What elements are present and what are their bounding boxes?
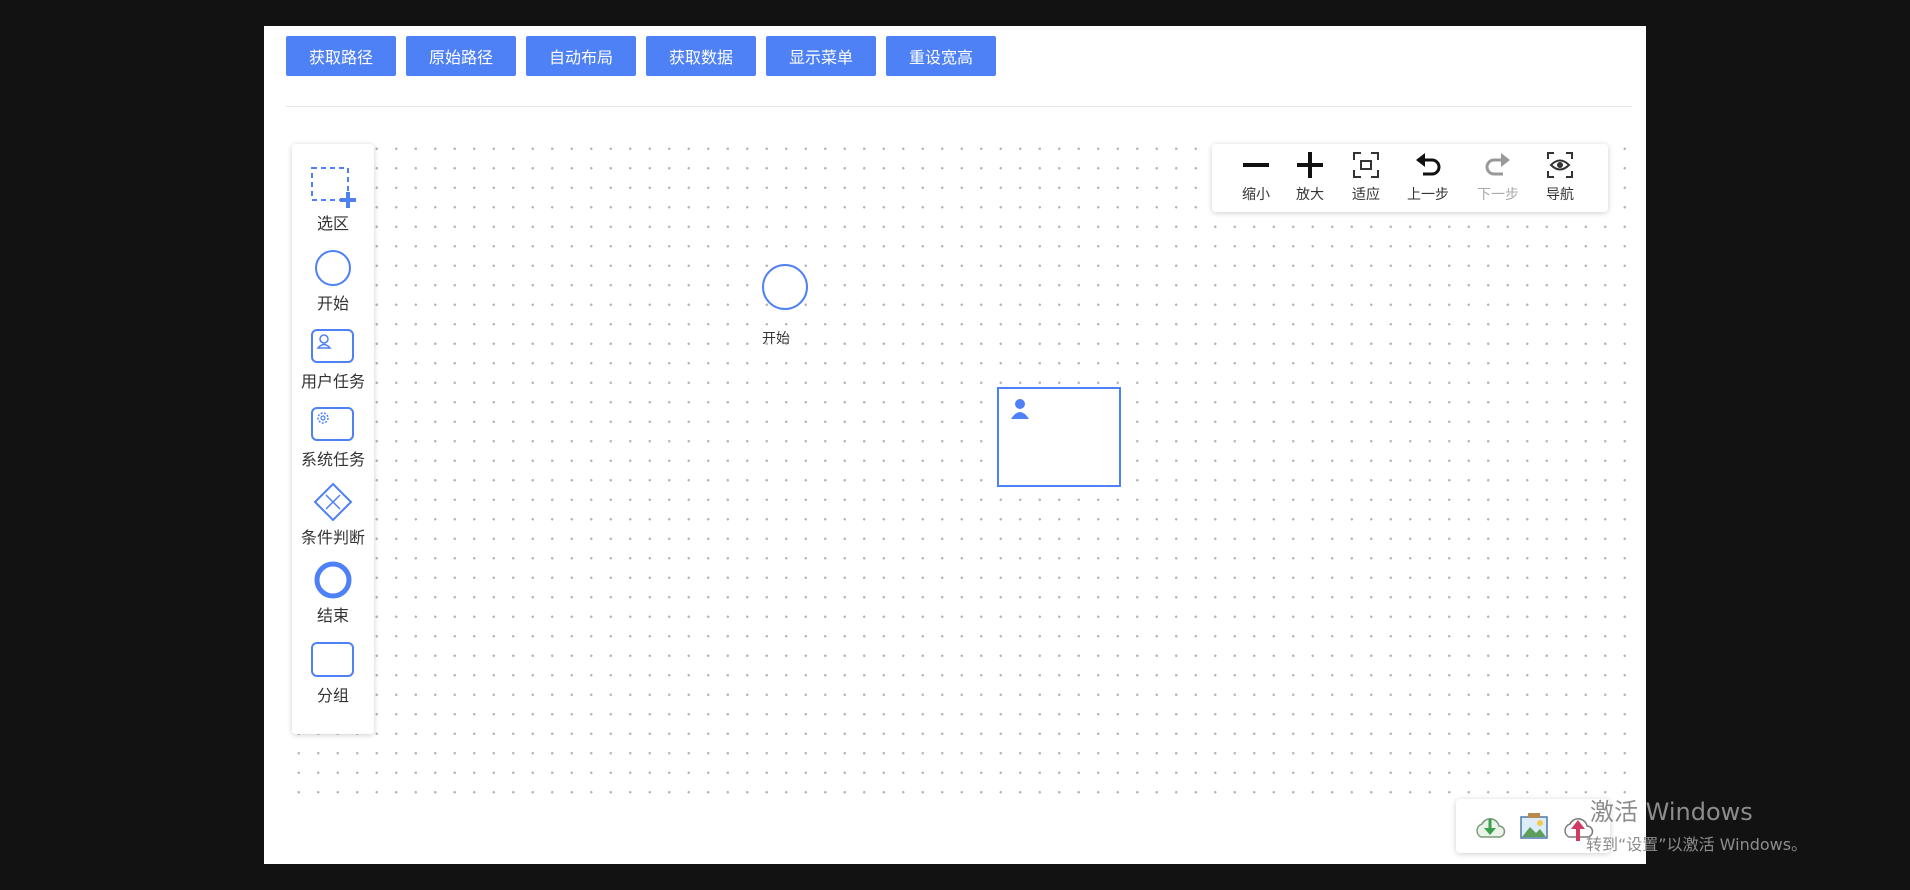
palette-item-gateway[interactable]: 条件判断 <box>292 482 374 548</box>
control-label: 上一步 <box>1407 187 1449 203</box>
node-palette: 选区 开始 用户任务 系统任务 条件判断 结束 分组 <box>292 144 374 734</box>
watermark-title: 激活 Windows <box>1590 798 1753 826</box>
download-icon[interactable] <box>1474 811 1506 843</box>
image-icon[interactable] <box>1518 811 1550 843</box>
reset-size-button[interactable]: 重设宽高 <box>886 36 996 76</box>
palette-label: 选区 <box>316 214 349 233</box>
minimap-button[interactable]: 导航 <box>1530 150 1590 204</box>
palette-label: 系统任务 <box>300 450 365 469</box>
start-event-icon <box>315 250 351 286</box>
redo-icon <box>1485 153 1510 176</box>
system-task-icon <box>311 407 354 441</box>
gateway-icon <box>313 482 353 522</box>
palette-item-group[interactable]: 分组 <box>292 640 374 706</box>
windows-activation-watermark: 激活 Windows 转到“设置”以激活 Windows。 <box>1586 792 1807 855</box>
zoom-out-icon <box>1243 163 1269 167</box>
palette-item-end[interactable]: 结束 <box>292 560 374 626</box>
flow-canvas[interactable] <box>286 136 1626 796</box>
control-label: 导航 <box>1546 187 1574 203</box>
palette-label: 结束 <box>316 606 349 625</box>
group-icon <box>311 642 354 677</box>
screen-frame: 获取路径 原始路径 自动布局 获取数据 显示菜单 重设宽高 选区 开始 用户任务… <box>0 0 1910 890</box>
palette-label: 条件判断 <box>300 528 365 547</box>
undo-button[interactable]: 上一步 <box>1398 150 1458 204</box>
control-label: 缩小 <box>1242 187 1270 203</box>
minimap-icon <box>1547 152 1573 178</box>
zoom-out-button[interactable]: 缩小 <box>1226 150 1286 204</box>
original-path-button[interactable]: 原始路径 <box>406 36 516 76</box>
control-label: 适应 <box>1352 187 1380 203</box>
top-toolbar: 获取路径 原始路径 自动布局 获取数据 显示菜单 重设宽高 <box>286 36 996 76</box>
get-path-button[interactable]: 获取路径 <box>286 36 396 76</box>
auto-layout-button[interactable]: 自动布局 <box>526 36 636 76</box>
palette-item-user-task[interactable]: 用户任务 <box>292 326 374 392</box>
palette-item-system-task[interactable]: 系统任务 <box>292 404 374 470</box>
palette-label: 分组 <box>316 686 349 705</box>
fit-button[interactable]: 适应 <box>1336 150 1396 204</box>
get-data-button[interactable]: 获取数据 <box>646 36 756 76</box>
undo-icon <box>1416 153 1441 176</box>
selection-icon <box>311 167 356 208</box>
show-menu-button[interactable]: 显示菜单 <box>766 36 876 76</box>
start-node-label: 开始 <box>762 331 790 347</box>
toolbar-divider <box>286 106 1632 107</box>
palette-label: 开始 <box>316 294 349 313</box>
watermark-subtitle: 转到“设置”以激活 Windows。 <box>1586 835 1808 854</box>
user-task-node[interactable] <box>997 387 1121 487</box>
flow-editor-app: 获取路径 原始路径 自动布局 获取数据 显示菜单 重设宽高 选区 开始 用户任务… <box>264 26 1646 864</box>
palette-label: 用户任务 <box>300 372 365 391</box>
redo-button[interactable]: 下一步 <box>1468 150 1528 204</box>
user-task-icon <box>311 329 354 363</box>
canvas-control-bar: 缩小 放大 适应 上一步 下一步 导航 <box>1212 144 1608 212</box>
end-event-icon <box>314 561 352 599</box>
palette-item-selection[interactable]: 选区 <box>292 166 374 234</box>
start-event-node[interactable] <box>760 262 810 312</box>
zoom-in-icon <box>1297 152 1323 178</box>
palette-item-start[interactable]: 开始 <box>292 248 374 314</box>
zoom-in-button[interactable]: 放大 <box>1280 150 1340 204</box>
fit-icon <box>1353 152 1379 178</box>
control-label: 放大 <box>1296 187 1324 203</box>
user-icon <box>1011 399 1029 419</box>
control-label: 下一步 <box>1477 187 1519 203</box>
